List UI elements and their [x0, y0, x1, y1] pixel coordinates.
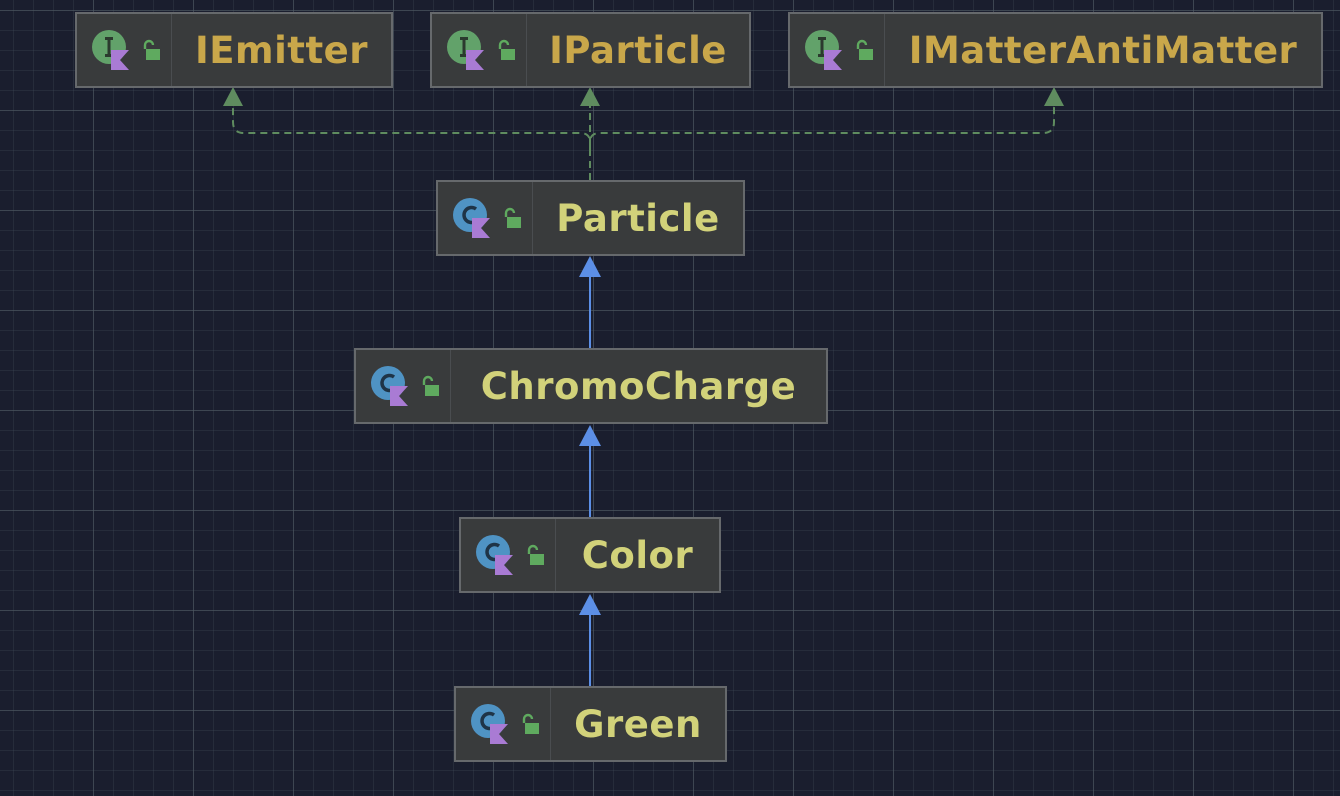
class-icon [471, 704, 508, 744]
node-color[interactable]: Color [459, 517, 721, 593]
arrowhead-imatterantimatter [1044, 87, 1064, 106]
edge-particle-implements-iemitter [232, 104, 591, 150]
interface-icon [805, 30, 842, 70]
node-green[interactable]: Green [454, 686, 727, 762]
public-lock-icon [856, 39, 873, 60]
node-label-iparticle: IParticle [549, 28, 727, 72]
public-lock-icon [527, 544, 544, 565]
class-icon [371, 366, 408, 406]
arrowhead-iemitter [223, 87, 243, 106]
node-chromocharge[interactable]: ChromoCharge [354, 348, 828, 424]
node-iparticle[interactable]: IParticle [430, 12, 751, 88]
node-particle[interactable]: Particle [436, 180, 745, 256]
arrowhead-chromocharge [579, 425, 601, 446]
interface-icon [447, 30, 484, 70]
public-lock-icon [143, 39, 160, 60]
node-icons [77, 14, 172, 86]
node-iemitter[interactable]: IEmitter [75, 12, 393, 88]
implements-arrowheads [223, 87, 1064, 106]
public-lock-icon [422, 375, 439, 396]
node-icons [356, 350, 451, 422]
node-label-chromocharge: ChromoCharge [480, 364, 797, 408]
arrowhead-iparticle [580, 87, 600, 106]
node-label-color: Color [581, 533, 694, 577]
node-label-particle: Particle [556, 196, 720, 240]
edge-particle-implements-imatterantimatter [589, 104, 1055, 150]
node-label-iemitter: IEmitter [195, 28, 368, 72]
public-lock-icon [504, 207, 521, 228]
implements-edges [232, 104, 1055, 180]
node-imatterantimatter[interactable]: IMatterAntiMatter [788, 12, 1323, 88]
node-icons [432, 14, 527, 86]
class-icon [476, 535, 513, 575]
node-label-green: Green [574, 702, 702, 746]
node-label-imatterantimatter: IMatterAntiMatter [908, 28, 1298, 72]
arrowhead-particle [579, 256, 601, 277]
class-icon [453, 198, 490, 238]
interface-icon [92, 30, 129, 70]
node-icons [790, 14, 885, 86]
arrowhead-color [579, 594, 601, 615]
node-icons [456, 688, 551, 760]
node-icons [438, 182, 533, 254]
node-icons [461, 519, 556, 591]
public-lock-icon [498, 39, 515, 60]
public-lock-icon [522, 713, 539, 734]
